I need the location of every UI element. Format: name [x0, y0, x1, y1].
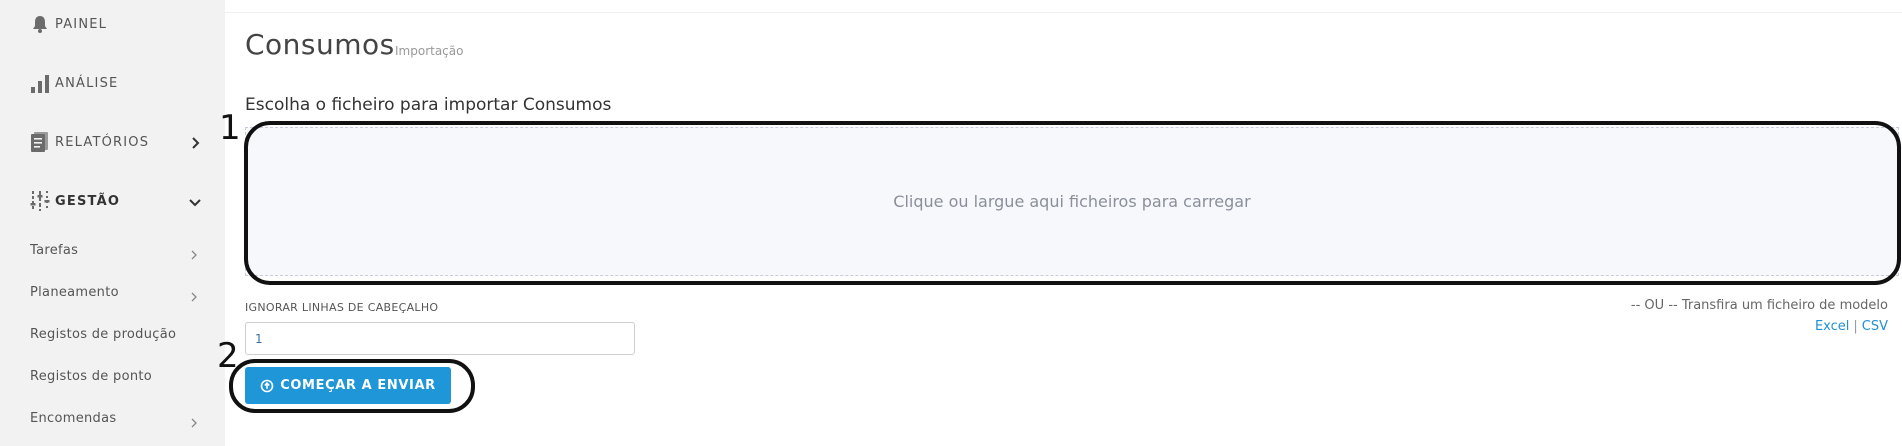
- sidebar-item-label: GESTÃO: [55, 193, 121, 209]
- sliders-icon: [28, 189, 52, 213]
- sidebar-item-painel[interactable]: PAINEL: [0, 2, 225, 46]
- link-separator: |: [1853, 319, 1858, 334]
- dropzone-hint: Clique ou largue aqui ficheiros para car…: [893, 192, 1251, 211]
- bar-chart-icon: [28, 71, 52, 95]
- annotation-number-1: 1: [219, 108, 241, 148]
- sidebar-subitem-label: Encomendas: [30, 410, 117, 426]
- sidebar-subitem-tarefas[interactable]: Tarefas: [0, 232, 225, 268]
- report-icon: [28, 130, 52, 154]
- sidebar-item-label: PAINEL: [55, 16, 108, 32]
- page-title: Consumos: [245, 28, 395, 61]
- sidebar-item-analise[interactable]: ANÁLISE: [0, 61, 225, 105]
- sidebar-item-relatorios[interactable]: RELATÓRIOS: [0, 120, 225, 164]
- file-dropzone[interactable]: Clique ou largue aqui ficheiros para car…: [245, 127, 1899, 276]
- sidebar-item-label: ANÁLISE: [55, 75, 119, 91]
- header-lines-label: IGNORAR LINHAS DE CABEÇALHO: [245, 301, 439, 314]
- csv-template-link[interactable]: CSV: [1862, 319, 1888, 334]
- start-upload-label: COMEÇAR A ENVIAR: [280, 378, 436, 393]
- divider: [225, 12, 1902, 13]
- start-upload-button[interactable]: COMEÇAR A ENVIAR: [245, 367, 451, 404]
- choose-file-label: Escolha o ficheiro para importar Consumo…: [245, 95, 612, 115]
- upload-circle-icon: [260, 379, 274, 393]
- chevron-right-icon: [189, 287, 199, 302]
- sidebar-subitem-planeamento[interactable]: Planeamento: [0, 274, 225, 310]
- sidebar-subitem-label: Registos de produção: [30, 326, 177, 342]
- model-download-text: -- OU -- Transfira um ficheiro de modelo: [1630, 298, 1888, 313]
- chevron-right-icon: [189, 245, 199, 260]
- header-lines-input[interactable]: [245, 322, 635, 355]
- sidebar-subitem-label: Registos de ponto: [30, 368, 153, 384]
- app-window: PAINEL ANÁLISE RELATÓRIOS GESTÃO Tarefas…: [0, 0, 1902, 446]
- chevron-right-icon: [189, 413, 199, 428]
- excel-template-link[interactable]: Excel: [1815, 319, 1849, 334]
- sidebar-subitem-label: Planeamento: [30, 284, 119, 300]
- main-content: Consumos Importação Escolha o ficheiro p…: [225, 0, 1902, 446]
- annotation-number-2: 2: [217, 336, 239, 376]
- model-download-links: Excel | CSV: [1815, 319, 1888, 334]
- chevron-down-icon: [188, 194, 202, 208]
- sidebar-item-gestao[interactable]: GESTÃO: [0, 179, 225, 223]
- sidebar-subitem-registos-ponto[interactable]: Registos de ponto: [0, 358, 225, 394]
- sidebar-subitem-encomendas[interactable]: Encomendas: [0, 400, 225, 436]
- sidebar-subitem-label: Tarefas: [30, 242, 79, 258]
- page-subtitle: Importação: [395, 44, 464, 58]
- chevron-right-icon: [188, 135, 202, 149]
- sidebar-item-label: RELATÓRIOS: [55, 134, 150, 150]
- sidebar: PAINEL ANÁLISE RELATÓRIOS GESTÃO Tarefas…: [0, 0, 225, 446]
- bell-icon: [28, 12, 52, 36]
- sidebar-subitem-registos-producao[interactable]: Registos de produção: [0, 316, 225, 352]
